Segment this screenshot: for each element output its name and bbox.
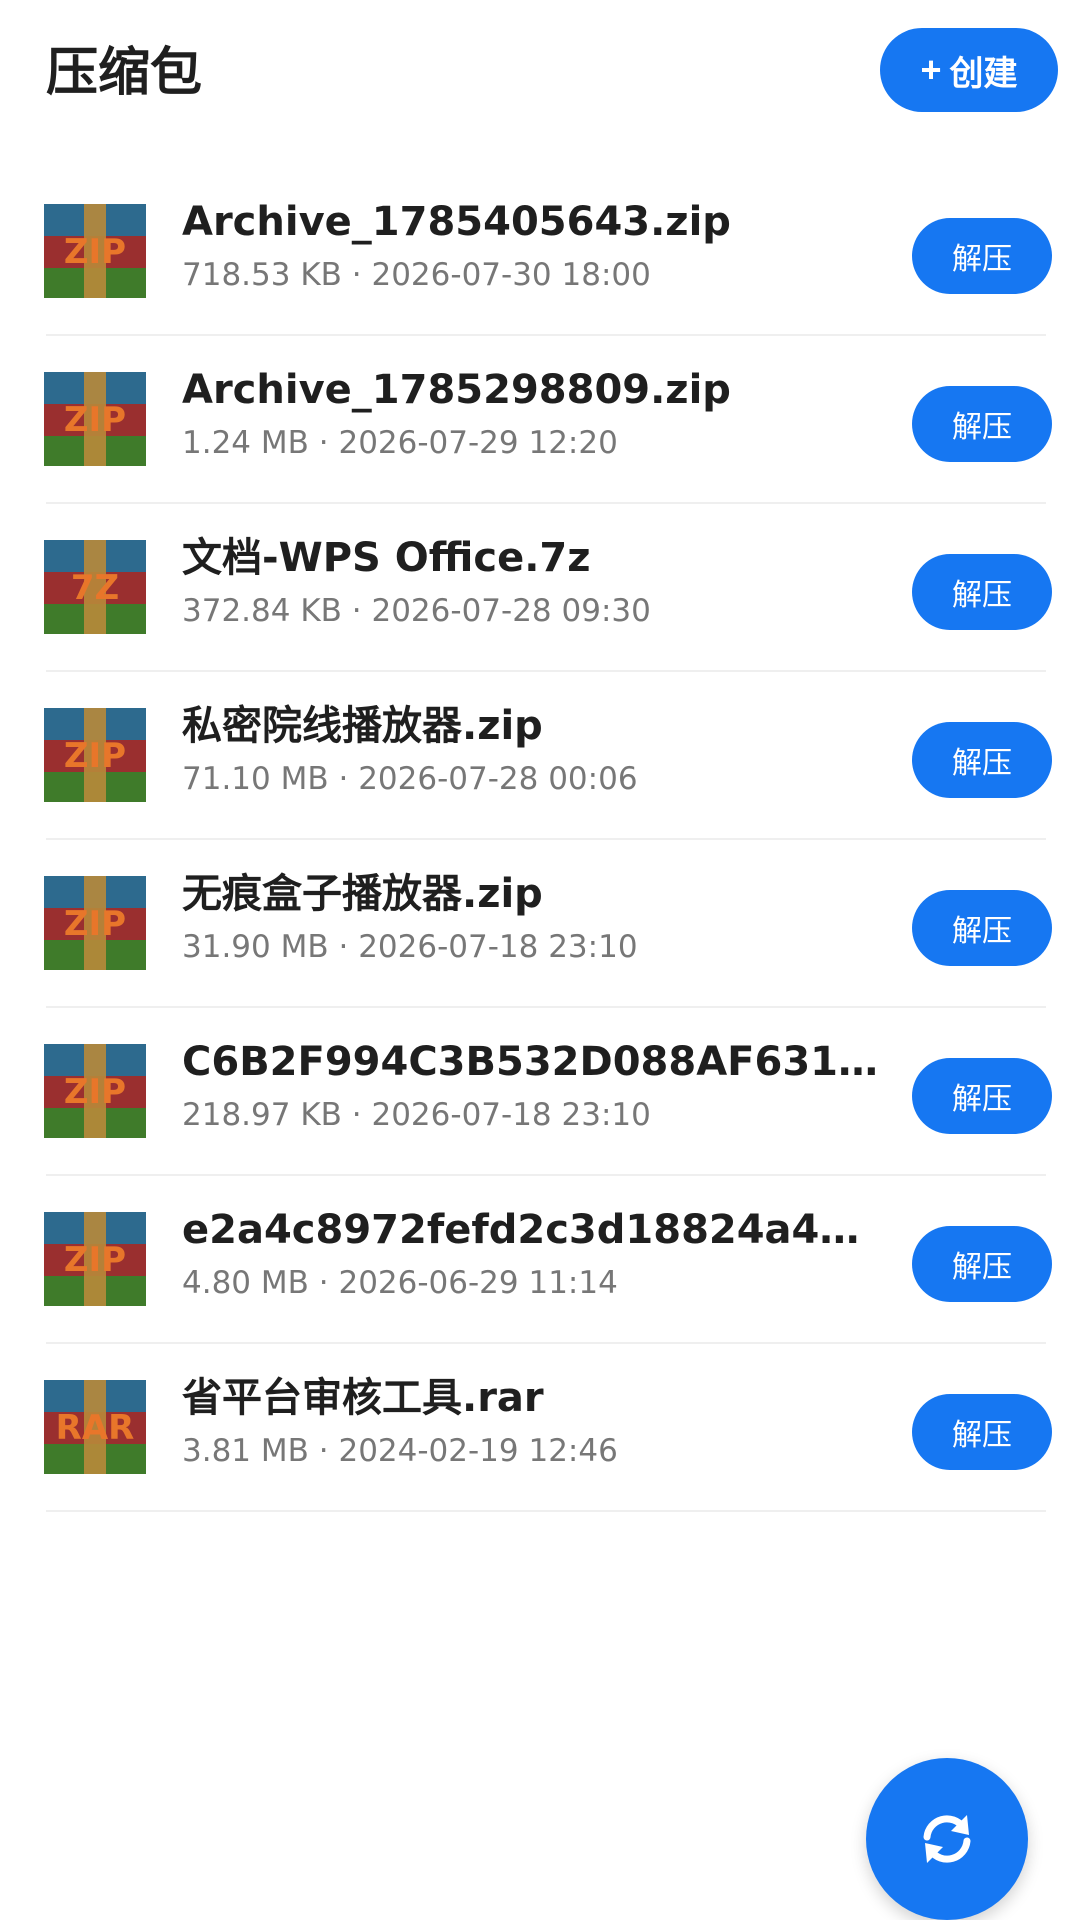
archive-row[interactable]: ZIP C6B2F994C3B532D088AF631D... 218.97 K… — [0, 1008, 1080, 1176]
create-button[interactable]: + 创建 — [880, 28, 1058, 112]
extract-button[interactable]: 解压 — [912, 386, 1052, 462]
archive-type-label: ZIP — [63, 736, 127, 776]
plus-icon: + — [920, 49, 942, 90]
extract-button[interactable]: 解压 — [912, 218, 1052, 294]
extract-button[interactable]: 解压 — [912, 722, 1052, 798]
file-size: 218.97 KB — [182, 1097, 342, 1133]
archive-icon: 7Z — [44, 540, 146, 634]
archive-type-label: ZIP — [63, 1072, 127, 1112]
archive-icon: ZIP — [44, 1212, 146, 1306]
archive-row[interactable]: RAR 省平台审核工具.rar 3.81 MB · 2024-02-19 12:… — [0, 1344, 1080, 1512]
archive-icon: ZIP — [44, 876, 146, 970]
file-meta: 372.84 KB · 2026-07-28 09:30 — [182, 590, 882, 632]
archive-list: ZIP Archive_1785405643.zip 718.53 KB · 2… — [0, 168, 1080, 1512]
header: 压缩包 + 创建 — [0, 0, 1080, 150]
archive-icon: ZIP — [44, 708, 146, 802]
file-size: 3.81 MB — [182, 1433, 309, 1469]
file-size: 71.10 MB — [182, 761, 329, 797]
refresh-button[interactable] — [866, 1758, 1028, 1920]
meta-separator: · — [328, 761, 359, 797]
meta-separator: · — [308, 1265, 339, 1301]
archive-type-label: ZIP — [63, 904, 127, 944]
file-size: 372.84 KB — [182, 593, 342, 629]
archive-icon: ZIP — [44, 204, 146, 298]
file-name: 私密院线播放器.zip — [182, 703, 543, 749]
file-meta: 71.10 MB · 2026-07-28 00:06 — [182, 758, 882, 800]
file-date: 2026-07-28 00:06 — [358, 761, 638, 797]
extract-button[interactable]: 解压 — [912, 1394, 1052, 1470]
archive-type-label: RAR — [55, 1408, 135, 1448]
file-meta: 718.53 KB · 2026-07-30 18:00 — [182, 254, 882, 296]
archive-row[interactable]: ZIP 无痕盒子播放器.zip 31.90 MB · 2026-07-18 23… — [0, 840, 1080, 1008]
meta-separator: · — [308, 425, 339, 461]
archive-icon: RAR — [44, 1380, 146, 1474]
meta-separator: · — [328, 929, 359, 965]
page-title: 压缩包 — [46, 43, 203, 103]
extract-button[interactable]: 解压 — [912, 1058, 1052, 1134]
archive-row[interactable]: 7Z 文档-WPS Office.7z 372.84 KB · 2026-07-… — [0, 504, 1080, 672]
file-meta: 4.80 MB · 2026-06-29 11:14 — [182, 1262, 882, 1304]
meta-separator: · — [341, 593, 372, 629]
archive-icon: ZIP — [44, 1044, 146, 1138]
file-name: C6B2F994C3B532D088AF631D... — [182, 1039, 882, 1085]
extract-button[interactable]: 解压 — [912, 890, 1052, 966]
file-name: Archive_1785405643.zip — [182, 199, 731, 245]
archive-type-label: ZIP — [63, 400, 127, 440]
file-name: 省平台审核工具.rar — [182, 1375, 544, 1421]
file-meta: 3.81 MB · 2024-02-19 12:46 — [182, 1430, 882, 1472]
file-meta: 31.90 MB · 2026-07-18 23:10 — [182, 926, 882, 968]
file-name: 文档-WPS Office.7z — [182, 535, 591, 581]
archive-row[interactable]: ZIP 私密院线播放器.zip 71.10 MB · 2026-07-28 00… — [0, 672, 1080, 840]
file-meta: 1.24 MB · 2026-07-29 12:20 — [182, 422, 882, 464]
file-date: 2026-07-29 12:20 — [338, 425, 618, 461]
extract-button[interactable]: 解压 — [912, 554, 1052, 630]
file-date: 2026-07-18 23:10 — [371, 1097, 651, 1133]
file-date: 2026-07-18 23:10 — [358, 929, 638, 965]
archives-screen: 压缩包 + 创建 ZIP Archive_1785405643.zip 718.… — [0, 0, 1080, 1920]
archive-icon: ZIP — [44, 372, 146, 466]
row-divider — [46, 1510, 1046, 1512]
refresh-icon — [923, 1815, 971, 1863]
create-button-label: 创建 — [949, 54, 1018, 93]
archive-type-label: ZIP — [63, 232, 127, 272]
file-size: 4.80 MB — [182, 1265, 309, 1301]
file-name: Archive_1785298809.zip — [182, 367, 731, 413]
file-date: 2024-02-19 12:46 — [338, 1433, 618, 1469]
file-size: 1.24 MB — [182, 425, 309, 461]
archive-row[interactable]: ZIP Archive_1785298809.zip 1.24 MB · 202… — [0, 336, 1080, 504]
archive-row[interactable]: ZIP Archive_1785405643.zip 718.53 KB · 2… — [0, 168, 1080, 336]
file-name: 无痕盒子播放器.zip — [182, 871, 543, 917]
meta-separator: · — [341, 1097, 372, 1133]
archive-type-label: 7Z — [70, 568, 120, 608]
file-date: 2026-06-29 11:14 — [338, 1265, 618, 1301]
meta-separator: · — [341, 257, 372, 293]
file-size: 31.90 MB — [182, 929, 329, 965]
file-meta: 218.97 KB · 2026-07-18 23:10 — [182, 1094, 882, 1136]
file-date: 2026-07-28 09:30 — [371, 593, 651, 629]
meta-separator: · — [308, 1433, 339, 1469]
file-date: 2026-07-30 18:00 — [371, 257, 651, 293]
file-name: e2a4c8972fefd2c3d18824a4b1c... — [182, 1207, 882, 1253]
file-size: 718.53 KB — [182, 257, 342, 293]
archive-row[interactable]: ZIP e2a4c8972fefd2c3d18824a4b1c... 4.80 … — [0, 1176, 1080, 1344]
archive-type-label: ZIP — [63, 1240, 127, 1280]
extract-button[interactable]: 解压 — [912, 1226, 1052, 1302]
